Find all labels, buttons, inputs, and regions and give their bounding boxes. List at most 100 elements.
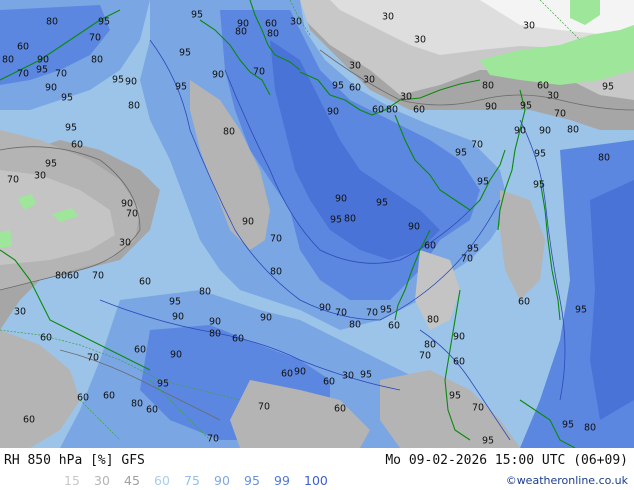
- contour-label: 95: [112, 75, 124, 86]
- contour-label: 60: [281, 369, 293, 380]
- contour-label: 95: [380, 305, 392, 316]
- contour-label: 60: [453, 357, 465, 368]
- contour-label: 60: [424, 241, 436, 252]
- contour-label: 80: [270, 267, 282, 278]
- contour-label: 60: [103, 391, 115, 402]
- contour-label: 95: [482, 436, 494, 447]
- contour-label: 95: [175, 82, 187, 93]
- contour-label: 80: [482, 81, 494, 92]
- contour-label: 30: [34, 171, 46, 182]
- contour-label: 80: [2, 55, 14, 66]
- contour-label: 60: [518, 297, 530, 308]
- contour-label: 90: [170, 350, 182, 361]
- legend-item: 45: [124, 473, 140, 488]
- contour-label: 70: [461, 254, 473, 265]
- contour-label: 95: [45, 159, 57, 170]
- rh-map: 9580 95 90 60 3080 8030307060309580 90 809570 70…: [0, 0, 634, 448]
- contour-label: 90: [327, 107, 339, 118]
- contour-label: 70: [126, 209, 138, 220]
- contour-label: 90: [408, 222, 420, 233]
- legend-item: 60: [154, 473, 170, 488]
- contour-label: 60: [323, 377, 335, 388]
- contour-label: 70: [207, 434, 219, 445]
- contour-label: 30: [523, 21, 535, 32]
- contour-label: 70: [471, 140, 483, 151]
- contour-label: 90: [212, 70, 224, 81]
- contour-label: 95: [562, 420, 574, 431]
- contour-label: 90: [319, 303, 331, 314]
- contour-label: 30: [14, 307, 26, 318]
- contour-label: 70: [554, 109, 566, 120]
- contour-label: 90: [172, 312, 184, 323]
- contour-label: 80: [55, 271, 67, 282]
- contour-label: 95: [157, 379, 169, 390]
- legend-item: 15: [64, 473, 80, 488]
- contour-label: 80: [267, 29, 279, 40]
- contour-label: 70: [17, 69, 29, 80]
- contour-label: 60: [40, 333, 52, 344]
- legend-item: 99: [274, 473, 290, 488]
- contour-label: 60: [67, 271, 79, 282]
- legend-item: 90: [214, 473, 230, 488]
- contour-label: 70: [419, 351, 431, 362]
- contour-label: 80: [131, 399, 143, 410]
- contour-label: 95: [376, 198, 388, 209]
- contour-label: 30: [349, 61, 361, 72]
- credit-link[interactable]: ©weatheronline.co.uk: [506, 474, 628, 487]
- contour-label: 95: [330, 215, 342, 226]
- contour-label: 80: [46, 17, 58, 28]
- contour-label: 95: [36, 65, 48, 76]
- contour-label: 70: [270, 234, 282, 245]
- contour-label: 60: [372, 105, 384, 116]
- contour-label: 70: [366, 308, 378, 319]
- contour-label: 95: [533, 180, 545, 191]
- contour-label: 90: [485, 102, 497, 113]
- contour-label: 80: [209, 329, 221, 340]
- contour-label: 80: [128, 101, 140, 112]
- contour-label: 95: [98, 17, 110, 28]
- contour-label: 90: [242, 217, 254, 228]
- contour-label: 90: [260, 313, 272, 324]
- contour-label: 30: [290, 17, 302, 28]
- contour-label: 70: [92, 271, 104, 282]
- contour-label: 70: [258, 402, 270, 413]
- contour-label: 30: [363, 75, 375, 86]
- color-legend: 15 30 45 60 75 90 95 99 100: [64, 473, 334, 488]
- contour-label: 30: [119, 238, 131, 249]
- contour-label: 90: [125, 77, 137, 88]
- contour-label: 70: [472, 403, 484, 414]
- contour-label: 80: [567, 125, 579, 136]
- legend-item: 30: [94, 473, 110, 488]
- contour-label: 30: [382, 12, 394, 23]
- contour-label: 70: [7, 175, 19, 186]
- contour-label: 95: [449, 391, 461, 402]
- contour-label: 30: [547, 91, 559, 102]
- contour-label: 80: [349, 320, 361, 331]
- contour-label: 95: [61, 93, 73, 104]
- contour-label: 30: [414, 35, 426, 46]
- contour-label: 70: [55, 69, 67, 80]
- contour-label: 95: [575, 305, 587, 316]
- contour-label: 60: [77, 393, 89, 404]
- contour-label: 95: [520, 101, 532, 112]
- contour-label: 95: [455, 148, 467, 159]
- green-patch-west-3: [0, 230, 12, 248]
- contour-label: 95: [602, 82, 614, 93]
- contour-label: 95: [65, 123, 77, 134]
- contour-label: 90: [514, 126, 526, 137]
- contour-label: 60: [146, 405, 158, 416]
- contour-label: 60: [388, 321, 400, 332]
- contour-label: 90: [453, 332, 465, 343]
- contour-label: 70: [253, 67, 265, 78]
- contour-label: 90: [209, 317, 221, 328]
- contour-label: 90: [45, 83, 57, 94]
- contour-label: 95: [169, 297, 181, 308]
- contour-label: 60: [17, 42, 29, 53]
- contour-label: 60: [71, 140, 83, 151]
- map-datetime: Mo 09-02-2026 15:00 UTC (06+09): [385, 453, 628, 468]
- contour-label: 95: [179, 48, 191, 59]
- contour-label: 90: [294, 367, 306, 378]
- contour-label: 80: [386, 105, 398, 116]
- contour-label: 80: [424, 340, 436, 351]
- moist-area-east-pacific-99: [590, 180, 634, 420]
